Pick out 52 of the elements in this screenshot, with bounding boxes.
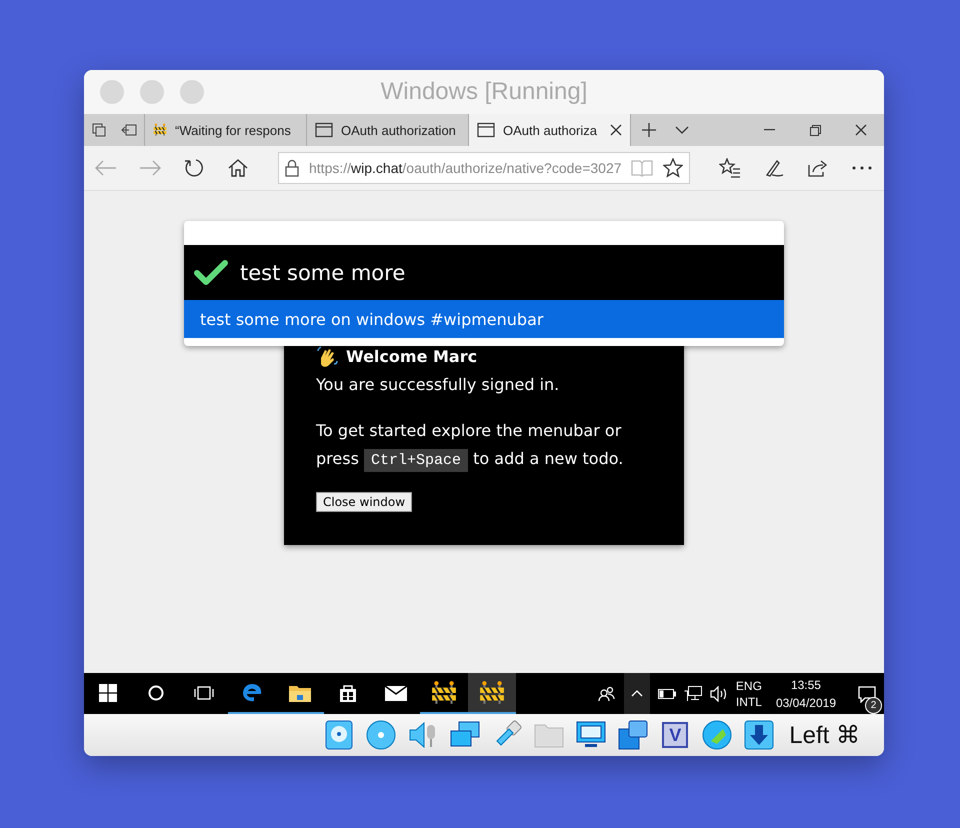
edge-icon xyxy=(241,682,263,704)
instruction-text: To get started explore the menubar or press Ctrl+Space to add a new todo. xyxy=(316,417,652,475)
battery-icon[interactable] xyxy=(658,688,676,698)
close-window-button[interactable]: Close window xyxy=(316,492,412,512)
network-icon[interactable] xyxy=(684,686,702,702)
input-language[interactable]: ENG INTL xyxy=(736,678,762,710)
favorites-icon[interactable] xyxy=(719,158,741,178)
volume-icon[interactable] xyxy=(710,686,728,702)
address-field[interactable]: https://wip.chat/oauth/authorize/native?code=3027 xyxy=(278,152,690,184)
close-icon[interactable] xyxy=(610,124,622,136)
todo-title: test some more xyxy=(240,260,406,284)
status-text: You are successfully signed in. xyxy=(316,374,560,396)
notifications-icon[interactable] xyxy=(858,684,876,702)
barrier-icon xyxy=(153,123,167,137)
suggestion-item[interactable]: test some more on windows #wipmenubar xyxy=(184,300,784,338)
share-icon[interactable] xyxy=(808,159,828,177)
browser-tab[interactable]: OAuth authoriza xyxy=(468,114,630,146)
windows-icon xyxy=(617,719,650,751)
disc-icon xyxy=(365,719,398,751)
tabs-icon[interactable] xyxy=(92,123,106,137)
new-tab-icon[interactable] xyxy=(642,123,656,137)
chevron-up-icon[interactable] xyxy=(630,690,643,697)
pen-icon[interactable] xyxy=(764,158,784,178)
more-icon[interactable] xyxy=(852,166,872,170)
task-view-icon[interactable] xyxy=(193,684,215,700)
barrier-icon xyxy=(479,680,505,706)
barrier-icon xyxy=(431,680,457,706)
page-icon xyxy=(477,122,495,138)
home-icon[interactable] xyxy=(228,159,248,177)
restore-icon[interactable] xyxy=(810,124,820,136)
window-title: Windows [Running] xyxy=(380,78,588,105)
start-icon[interactable] xyxy=(99,684,117,702)
minimize-icon[interactable] xyxy=(764,129,774,131)
notification-count: 2 xyxy=(865,696,882,714)
taskbar-app[interactable] xyxy=(468,673,516,714)
set-aside-tabs-icon[interactable] xyxy=(121,124,137,136)
lock-icon xyxy=(285,159,299,177)
clock[interactable]: 13:55 03/04/2019 xyxy=(770,676,842,712)
waving-hand-icon xyxy=(316,346,338,368)
mail-icon xyxy=(384,684,408,702)
page-icon xyxy=(315,122,333,138)
checkmark-icon xyxy=(194,260,228,286)
close-icon[interactable] xyxy=(855,124,867,136)
chevron-down-icon[interactable] xyxy=(675,126,689,134)
star-icon[interactable] xyxy=(663,158,683,178)
store-icon xyxy=(338,682,358,702)
welcome-heading: Welcome Marc xyxy=(346,346,478,368)
search-icon[interactable] xyxy=(148,684,164,700)
people-icon[interactable] xyxy=(598,686,616,702)
download-icon xyxy=(743,719,776,751)
host-key-label: Left ⌘ xyxy=(789,720,860,750)
refresh-icon[interactable] xyxy=(184,158,204,178)
